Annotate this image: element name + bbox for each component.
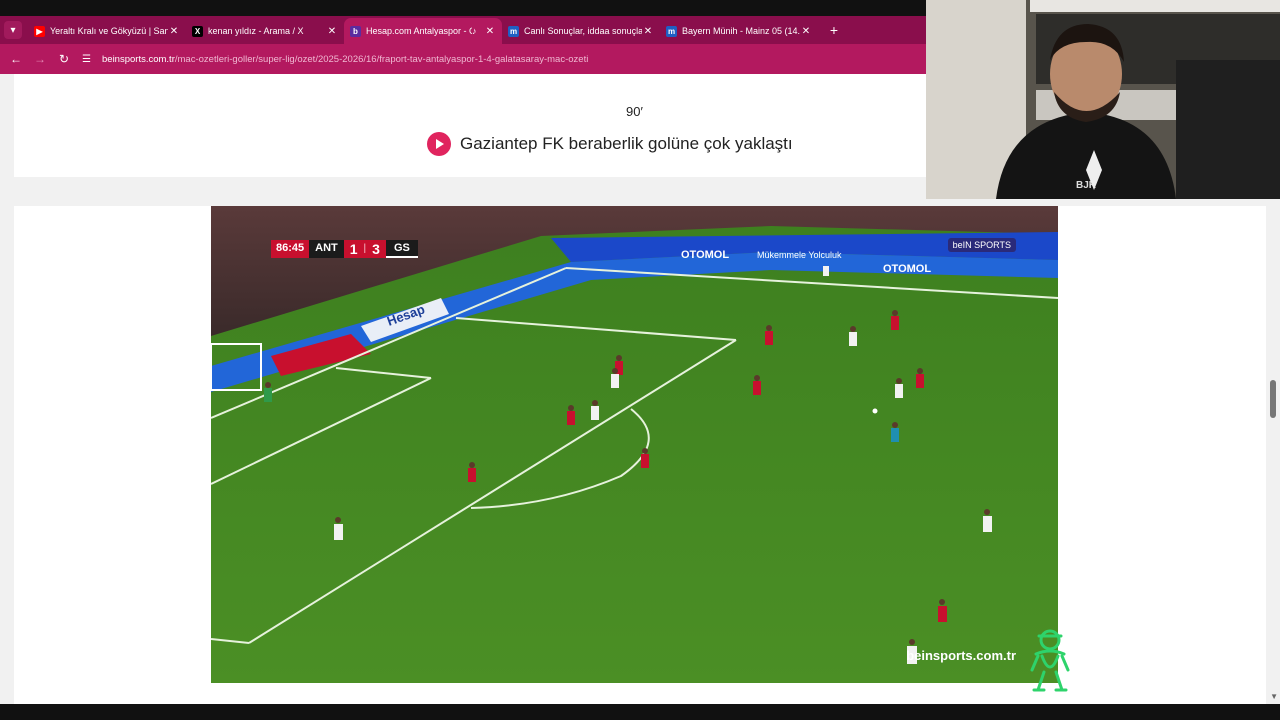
tab-strip: ▾ ▶Yeraltı Kralı ve Gökyüzü | Sansar✕Xke… [0,16,926,44]
address-bar: ← → ↻ ☰ beinsports.com.tr/mac-ozetleri-g… [0,44,926,74]
player-red [753,375,761,395]
video-card: Hesap OTOMOL Mükemmele Yolculuk OTOMOL 8… [14,206,1266,704]
away-score: 3 [366,240,386,258]
tab-search-icon[interactable]: ▾ [4,21,22,39]
back-icon[interactable]: ← [4,52,28,66]
tab-title: Bayern Münih - Mainz 05 (14.12 [682,26,800,36]
video-player[interactable]: Hesap OTOMOL Mükemmele Yolculuk OTOMOL 8… [211,206,1058,683]
tab-title: Hesap.com Antalyaspor - G [366,26,472,36]
youtube-icon: ▶ [34,25,45,37]
mascot-icon [1030,629,1070,692]
screen: ▾ ▶Yeraltı Kralı ve Gökyüzü | Sansar✕Xke… [0,0,1280,720]
beinsports-icon: b [350,25,361,37]
ad-text-2: Mükemmele Yolculuk [757,250,842,260]
tab-title: kenan yıldız - Arama / X [208,26,304,36]
home-team: ANT [309,240,344,258]
event-minute: 90′ [626,104,643,119]
site-settings-icon[interactable]: ☰ [82,54,98,65]
webcam-scene: BJK [926,0,1280,199]
player-red [468,462,476,482]
player-red [916,368,924,388]
close-tab-icon[interactable]: ✕ [642,26,654,37]
close-tab-icon[interactable]: ✕ [326,26,338,37]
new-tab-button[interactable]: + [824,22,844,38]
close-tab-icon[interactable]: ✕ [484,26,496,37]
player-white [591,400,599,420]
tab-title: Canlı Sonuçlar, iddaa sonuçları [524,26,642,36]
goalkeeper [264,382,272,402]
home-score: 1 [343,240,364,258]
tab-1[interactable]: Xkenan yıldız - Arama / X ✕ [186,18,344,44]
match-clock: 86:45 [271,240,310,258]
player-red [765,325,773,345]
close-tab-icon[interactable]: ✕ [168,26,180,37]
os-bottom-bar [0,704,1280,720]
player-red [567,405,575,425]
ball [872,408,878,414]
url-path: /mac-ozetleri-goller/super-lig/ozet/2025… [174,53,589,65]
scroll-down-icon[interactable]: ▼ [1270,692,1278,701]
player-white [849,326,857,346]
pitch-scene: Hesap OTOMOL Mükemmele Yolculuk OTOMOL [211,206,1058,683]
network-logo: beIN SPORTS [947,238,1016,252]
away-team: GS [385,240,418,258]
ad-text-repeat: OTOMOL [883,263,931,275]
forward-icon[interactable]: → [28,52,52,66]
url-domain: beinsports.com.tr [102,53,175,65]
tab-0[interactable]: ▶ Yeraltı Kralı ve Gökyüzü | Sansar✕ [28,18,186,44]
close-tab-icon[interactable]: ✕ [800,26,812,37]
ad-text: OTOMOL [681,249,729,261]
tab-3[interactable]: m Canlı Sonuçlar, iddaa sonuçları ✕ [502,18,660,44]
url-field[interactable]: beinsports.com.tr/mac-ozetleri-goller/su… [102,54,588,65]
play-icon[interactable] [427,132,451,156]
webcam-overlay: BJK [926,0,1280,199]
scoreboard: 86:45 ANT 1 | 3 GS [271,240,418,258]
player-red [891,310,899,330]
mackolik-icon: m [508,25,519,37]
tab-2[interactable]: b Hesap.com Antalyaspor - G ♪ ✕ [344,18,502,44]
player-white [895,378,903,398]
audio-playing-icon[interactable]: ♪ [472,26,484,36]
video-watermark: beinsports.com.tr [906,648,1016,663]
player-red [641,448,649,468]
referee [891,422,899,442]
event-headline[interactable]: Gaziantep FK beraberlik golüne çok yakla… [427,132,793,156]
reload-icon[interactable]: ↻ [52,52,76,66]
mackolik-icon: m [666,25,677,37]
x-icon: X [192,25,203,37]
page-scrollbar[interactable] [1270,380,1276,418]
tab-title: Yeraltı Kralı ve Gökyüzü | Sansar [50,26,168,36]
player-white [823,266,829,276]
event-headline-text: Gaziantep FK beraberlik golüne çok yakla… [460,134,793,153]
tab-4[interactable]: m Bayern Münih - Mainz 05 (14.12 ✕ [660,18,818,44]
player-white [611,368,619,388]
